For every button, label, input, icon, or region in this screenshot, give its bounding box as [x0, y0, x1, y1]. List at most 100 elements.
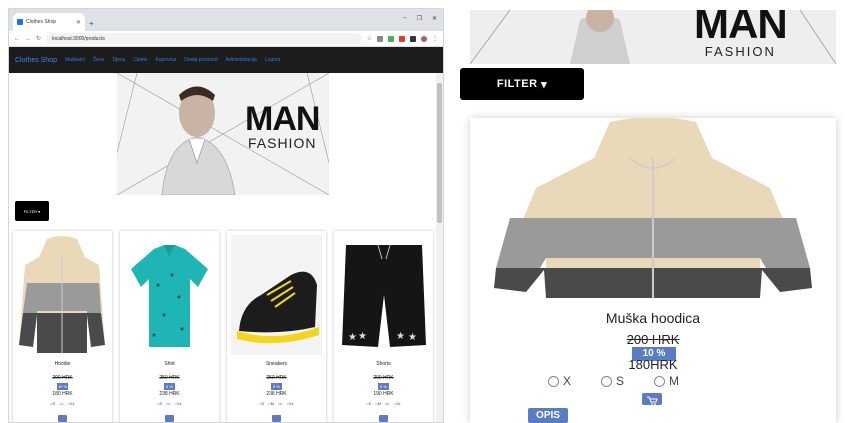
size-radio[interactable]: M	[654, 374, 679, 388]
address-bar: ← → ↻ localhost:3000/products ☆ ⋮	[9, 31, 443, 47]
hero-banner: MAN FASHION	[117, 73, 329, 195]
svg-text:★: ★	[358, 331, 367, 342]
add-to-cart-button[interactable]	[642, 393, 662, 405]
old-price: 200 HRK	[626, 332, 680, 347]
close-tab-icon[interactable]: ✕	[76, 19, 81, 26]
new-price: 180HRK	[628, 357, 678, 372]
zoom-hero-banner: MAN FASHION	[470, 10, 836, 64]
scrollbar-thumb[interactable]	[437, 83, 442, 223]
product-card: ★ ★ ★ ★ Shorts 200 HRK 5 % 190 HRK ○S ○M ○L…	[334, 231, 433, 422]
size-radio[interactable]: ○L	[385, 401, 390, 406]
product-name: Shorts	[376, 361, 391, 367]
size-radio[interactable]: ○XL	[175, 401, 182, 406]
product-name: Shirt	[164, 361, 175, 367]
extension-icon[interactable]	[388, 35, 394, 42]
product-name: Hoodie	[54, 361, 71, 367]
size-options: ○S ○L ○XL	[13, 401, 112, 406]
nav-item[interactable]: Administracija	[226, 57, 257, 63]
nav-item[interactable]: Žene	[93, 57, 104, 63]
brand-logo: MAN FASHION	[245, 100, 320, 151]
product-image	[494, 118, 812, 298]
browser-tab[interactable]: Clothes Shop ✕	[13, 13, 85, 31]
size-radio[interactable]: X	[548, 374, 571, 388]
cart-icon	[647, 396, 658, 405]
old-price: 200 HRK	[373, 375, 394, 381]
menu-icon[interactable]: ⋮	[432, 35, 438, 42]
brand-link[interactable]: Clothes Shop	[15, 57, 57, 64]
add-to-cart-button[interactable]	[272, 415, 281, 422]
brand-logo: MAN FASHION	[694, 10, 788, 59]
new-tab-icon[interactable]: +	[89, 19, 94, 28]
size-radio[interactable]: ○L	[59, 401, 64, 406]
avatar[interactable]	[421, 35, 427, 42]
size-options: ○S ○M ○L ○XL	[334, 401, 433, 406]
star-icon[interactable]: ☆	[367, 35, 372, 42]
new-price: 238 HRK	[159, 391, 180, 397]
new-price: 238 HRK	[266, 391, 287, 397]
nav-item[interactable]: Dodaj proizvod	[184, 57, 217, 63]
product-image	[17, 235, 108, 355]
tab-bar: Clothes Shop ✕ + – ❐ ✕	[9, 9, 443, 31]
product-card-zoomed: Muška hoodica 200 HRK 10 % 180HRK X S M …	[470, 118, 836, 423]
filter-button[interactable]: FILTER ▾	[15, 201, 49, 221]
svg-text:★: ★	[408, 332, 417, 343]
discount-badge: 5 %	[164, 383, 175, 390]
svg-text:★: ★	[348, 332, 357, 343]
close-window-icon[interactable]: ✕	[432, 15, 437, 22]
reload-icon[interactable]: ↻	[36, 35, 41, 42]
nav-item[interactable]: Kupovina	[155, 57, 176, 63]
back-icon[interactable]: ←	[14, 36, 20, 42]
size-radio[interactable]: ○S	[366, 401, 371, 406]
size-radio[interactable]: S	[601, 374, 624, 388]
nav-item[interactable]: Djeca	[112, 57, 125, 63]
extension-icon[interactable]	[377, 35, 383, 42]
size-radio[interactable]: ○M	[268, 401, 274, 406]
filter-button[interactable]: FILTER ▾	[460, 68, 584, 100]
nav-item[interactable]: Cipele	[133, 57, 147, 63]
tab-title: Clothes Shop	[26, 19, 57, 25]
product-card: Sneakers 250 HRK 5 % 238 HRK ○S ○M ○L ○X…	[227, 231, 326, 422]
add-to-cart-button[interactable]	[58, 415, 67, 422]
add-to-cart-button[interactable]	[165, 415, 174, 422]
size-radio[interactable]: ○M	[375, 401, 381, 406]
minimize-icon[interactable]: –	[403, 15, 406, 22]
size-radio[interactable]: ○S	[50, 401, 55, 406]
size-radio[interactable]: ○L	[278, 401, 283, 406]
page-content: MAN FASHION FILTER ▾ Hoodie 200 HRK 10 %…	[9, 73, 443, 422]
scrollbar[interactable]	[436, 73, 443, 422]
nav-item[interactable]: Logout	[265, 57, 280, 63]
size-radio[interactable]: ○XL	[287, 401, 294, 406]
size-radio[interactable]: ○L	[166, 401, 171, 406]
product-name: Sneakers	[265, 361, 288, 367]
restore-icon[interactable]: ❐	[417, 15, 422, 22]
add-to-cart-button[interactable]	[379, 415, 388, 422]
description-button[interactable]: OPIS	[528, 408, 568, 423]
favicon-icon	[17, 19, 23, 25]
size-options: X S M	[548, 374, 679, 388]
extension-icon[interactable]	[399, 35, 405, 42]
size-radio[interactable]: ○XL	[394, 401, 401, 406]
product-grid: Hoodie 200 HRK 10 % 180 HRK ○S ○L ○XL Sh…	[13, 231, 433, 422]
size-options: ○S ○M ○L ○XL	[227, 401, 326, 406]
size-radio[interactable]: ○XL	[68, 401, 75, 406]
discount-badge: 5 %	[378, 383, 389, 390]
product-card: Shirt 250 HRK 5 % 238 HRK ○S ○L ○XL	[120, 231, 219, 422]
old-price: 250 HRK	[159, 375, 180, 381]
size-radio[interactable]: ○S	[259, 401, 264, 406]
browser-window: Clothes Shop ✕ + – ❐ ✕ ← → ↻ localhost:3…	[8, 8, 444, 423]
new-price: 190 HRK	[373, 391, 394, 397]
size-options: ○S ○L ○XL	[120, 401, 219, 406]
window-controls: – ❐ ✕	[403, 15, 437, 22]
new-price: 180 HRK	[52, 391, 73, 397]
extension-icon[interactable]	[410, 35, 416, 42]
product-image	[231, 235, 322, 355]
product-name: Muška hoodica	[605, 310, 701, 326]
old-price: 200 HRK	[52, 375, 73, 381]
product-image	[124, 235, 215, 355]
url-input[interactable]: localhost:3000/products	[46, 33, 362, 44]
size-radio[interactable]: ○S	[157, 401, 162, 406]
forward-icon[interactable]: →	[25, 36, 31, 42]
product-card: Hoodie 200 HRK 10 % 180 HRK ○S ○L ○XL	[13, 231, 112, 422]
nav-item[interactable]: Muškarci	[65, 57, 85, 63]
svg-text:★: ★	[396, 331, 405, 342]
